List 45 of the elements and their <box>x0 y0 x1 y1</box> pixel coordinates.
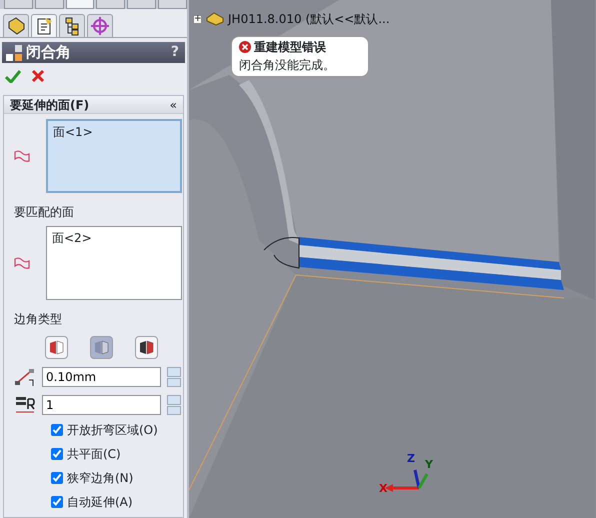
closed-corner-icon <box>6 44 22 60</box>
tree-item[interactable]: JH011.8.010 (默认<<默认... <box>228 10 390 28</box>
error-message: 闭合角没能完成。 <box>239 57 336 74</box>
panel-title: 闭合角 <box>26 42 71 64</box>
selection-list[interactable]: 面<1> <box>46 119 182 193</box>
error-icon <box>239 41 251 53</box>
tab[interactable] <box>59 14 85 37</box>
tab[interactable] <box>3 14 29 37</box>
field-label: 要匹配的面 <box>13 204 75 221</box>
face-icon <box>14 150 30 162</box>
corner-type-button[interactable] <box>45 336 68 359</box>
overlap-ratio-icon <box>14 395 36 415</box>
face-icon <box>14 257 30 269</box>
cancel-icon[interactable] <box>31 69 45 83</box>
checkbox[interactable] <box>51 496 63 508</box>
checkbox[interactable] <box>51 448 63 460</box>
checkbox-label[interactable]: 自动延伸(A) <box>67 493 133 511</box>
corner-icon <box>94 340 109 355</box>
section-title: 要延伸的面(F) <box>10 96 90 114</box>
axis-label: Z <box>407 452 415 465</box>
field-label: 边角类型 <box>13 311 63 328</box>
part-icon <box>206 12 224 26</box>
number-field[interactable]: 1 <box>42 395 161 415</box>
corner-icon <box>49 340 64 355</box>
help-text[interactable]: ? <box>170 42 179 63</box>
list-item[interactable]: 面<2> <box>52 229 176 247</box>
checkbox-label[interactable]: 狭窄边角(N) <box>67 469 134 487</box>
checkbox[interactable] <box>51 424 63 436</box>
tab[interactable] <box>31 14 57 37</box>
axis-label: Y <box>425 458 433 471</box>
checkbox[interactable] <box>51 472 63 484</box>
ok-icon[interactable] <box>5 69 21 83</box>
list-item[interactable]: 面<1> <box>53 123 175 141</box>
error-title: 重建模型错误 <box>254 39 326 56</box>
gap-distance-icon <box>14 367 36 387</box>
axis-label: X <box>379 482 388 495</box>
number-field[interactable]: 0.10mm <box>42 367 161 387</box>
selection-list[interactable]: 面<2> <box>46 226 182 300</box>
corner-type-button[interactable] <box>135 336 158 359</box>
collapse-control[interactable]: « <box>170 96 177 114</box>
checkbox-label[interactable]: 开放折弯区域(O) <box>67 421 158 439</box>
checkbox-label[interactable]: 共平面(C) <box>67 445 121 463</box>
spin-control[interactable] <box>167 367 181 387</box>
corner-icon <box>139 340 154 355</box>
spin-control[interactable] <box>167 395 181 415</box>
